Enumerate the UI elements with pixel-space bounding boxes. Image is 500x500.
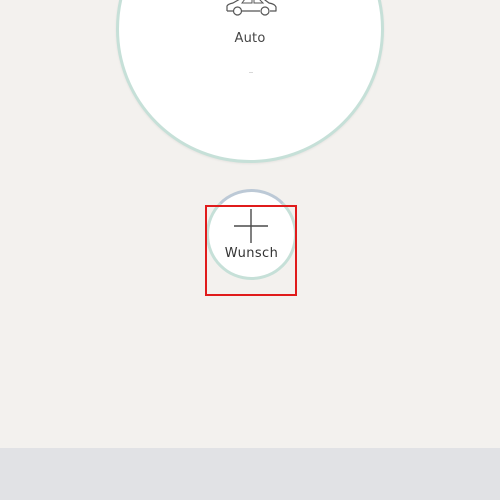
bottom-bar [0,448,500,500]
auto-category-label: Auto [234,31,266,46]
selection-highlight [205,205,297,296]
car-icon [226,0,277,16]
divider [249,72,253,73]
category-selection-screen: Auto Wunsch [0,0,500,500]
auto-category-button[interactable] [116,0,384,163]
